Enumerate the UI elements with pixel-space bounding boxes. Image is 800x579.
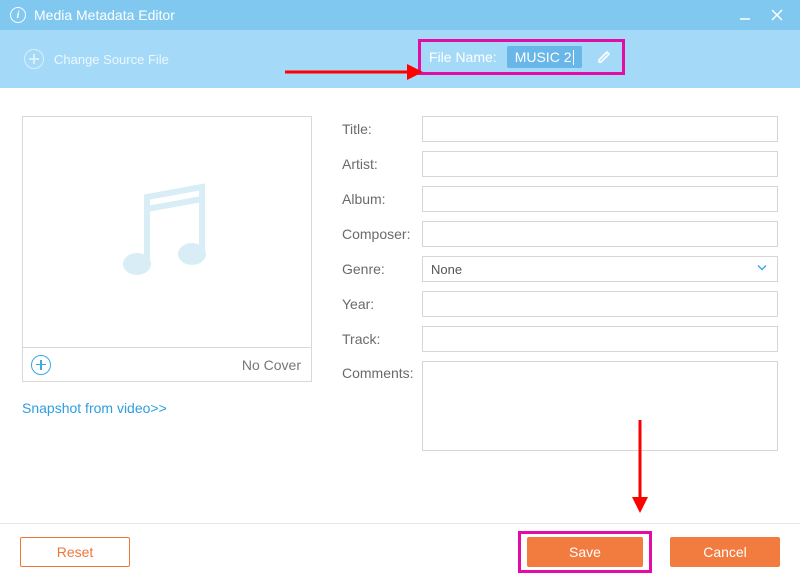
track-input[interactable] bbox=[422, 326, 778, 352]
year-input[interactable] bbox=[422, 291, 778, 317]
composer-label: Composer: bbox=[342, 226, 422, 242]
comments-input[interactable] bbox=[422, 361, 778, 451]
pencil-icon bbox=[596, 47, 614, 65]
save-highlight: Save bbox=[518, 531, 652, 573]
plus-icon bbox=[24, 49, 44, 69]
window-title: Media Metadata Editor bbox=[34, 7, 726, 23]
edit-filename-button[interactable] bbox=[596, 47, 614, 68]
genre-select[interactable] bbox=[422, 256, 778, 282]
snapshot-from-video-link[interactable]: Snapshot from video>> bbox=[22, 400, 342, 416]
footer-bar: Reset Save Cancel bbox=[0, 523, 800, 579]
change-source-button[interactable]: Change Source File bbox=[24, 49, 169, 69]
save-button[interactable]: Save bbox=[527, 537, 643, 567]
info-icon: i bbox=[10, 7, 26, 23]
minimize-button[interactable] bbox=[732, 5, 758, 25]
no-cover-label: No Cover bbox=[242, 357, 301, 373]
title-label: Title: bbox=[342, 121, 422, 137]
cancel-button[interactable]: Cancel bbox=[670, 537, 780, 567]
annotation-arrow-vertical bbox=[625, 420, 655, 515]
artist-label: Artist: bbox=[342, 156, 422, 172]
main-content: No Cover Snapshot from video>> Title: Ar… bbox=[0, 88, 800, 460]
file-name-label: File Name: bbox=[429, 49, 497, 65]
track-label: Track: bbox=[342, 331, 422, 347]
title-input[interactable] bbox=[422, 116, 778, 142]
comments-label: Comments: bbox=[342, 361, 422, 381]
metadata-form: Title: Artist: Album: Composer: Genre: Y bbox=[342, 116, 778, 460]
change-source-label: Change Source File bbox=[54, 52, 169, 67]
composer-input[interactable] bbox=[422, 221, 778, 247]
year-label: Year: bbox=[342, 296, 422, 312]
cover-art-placeholder[interactable] bbox=[22, 116, 312, 348]
album-input[interactable] bbox=[422, 186, 778, 212]
file-name-input[interactable]: MUSIC 2 bbox=[507, 46, 583, 68]
artist-input[interactable] bbox=[422, 151, 778, 177]
reset-button[interactable]: Reset bbox=[20, 537, 130, 567]
genre-label: Genre: bbox=[342, 261, 422, 277]
music-note-icon bbox=[102, 167, 232, 297]
close-button[interactable] bbox=[764, 5, 790, 25]
album-label: Album: bbox=[342, 191, 422, 207]
cover-column: No Cover Snapshot from video>> bbox=[22, 116, 342, 460]
add-cover-button[interactable] bbox=[31, 355, 51, 375]
annotation-arrow-horizontal bbox=[285, 57, 425, 87]
file-name-highlight: File Name: MUSIC 2 bbox=[418, 39, 625, 75]
title-bar: i Media Metadata Editor bbox=[0, 0, 800, 30]
cover-footer: No Cover bbox=[22, 348, 312, 382]
